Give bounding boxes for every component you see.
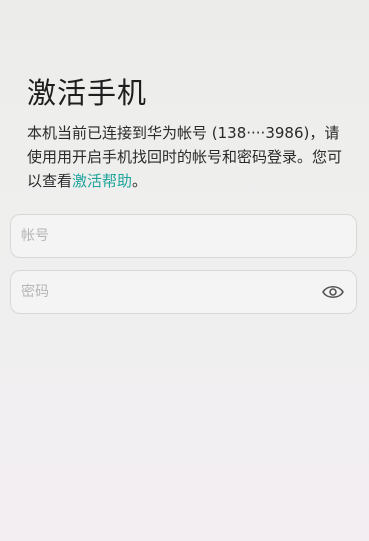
account-input[interactable] (21, 215, 311, 257)
activation-help-link[interactable]: 激活帮助 (72, 172, 132, 190)
account-field[interactable] (10, 214, 357, 258)
password-field[interactable] (10, 270, 357, 314)
page-title: 激活手机 (27, 76, 148, 110)
activate-phone-screen: 激活手机 本机当前已连接到华为帐号 (138····3986)，请使用用开启手机… (0, 0, 369, 541)
description-text: 本机当前已连接到华为帐号 (138····3986)，请使用用开启手机找回时的帐… (27, 121, 347, 193)
password-input[interactable] (21, 271, 311, 313)
eye-icon[interactable] (322, 283, 344, 301)
description-suffix: 。 (132, 172, 148, 190)
